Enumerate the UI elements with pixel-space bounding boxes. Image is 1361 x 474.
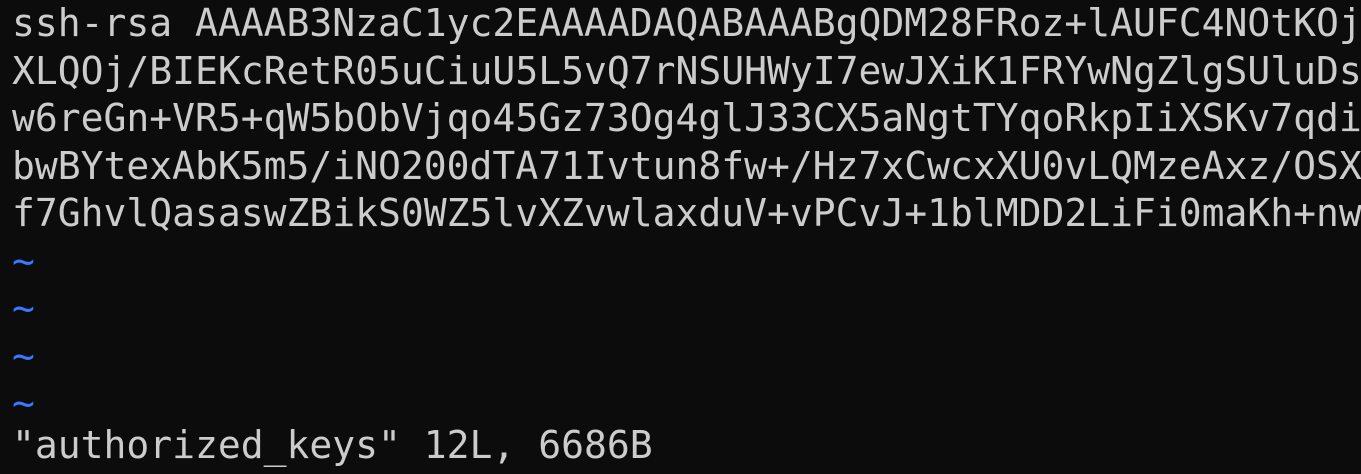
empty-line-marker: ~ [12, 238, 35, 283]
text-line-3[interactable]: w6reGn+VR5+qW5bObVjqo45Gz73Og4glJ33CX5aN… [12, 95, 1361, 143]
empty-line-marker: ~ [12, 286, 35, 330]
status-line: "authorized_keys" 12L, 6686B [12, 423, 653, 467]
empty-line-marker: ~ [12, 333, 35, 378]
text-line-5[interactable]: f7GhvlQasaswZBikS0WZ5lvXZvwlaxduV+vPCvJ+… [12, 190, 1361, 238]
text-line-2[interactable]: XLQOj/BIEKcRetR05uCiuU5L5vQ7rNSUHWyI7ewJ… [12, 48, 1361, 96]
text-line-4[interactable]: bwBYtexAbK5m5/iNO200dTA71Ivtun8fw+/Hz7xC… [12, 143, 1361, 191]
text-line-1[interactable]: ssh-rsa AAAAB3NzaC1yc2EAAAADAQABAAABgQDM… [12, 0, 1361, 48]
vim-editor-terminal[interactable]: ssh-rsa AAAAB3NzaC1yc2EAAAADAQABAAABgQDM… [0, 0, 1361, 474]
empty-line-marker: ~ [12, 381, 35, 425]
